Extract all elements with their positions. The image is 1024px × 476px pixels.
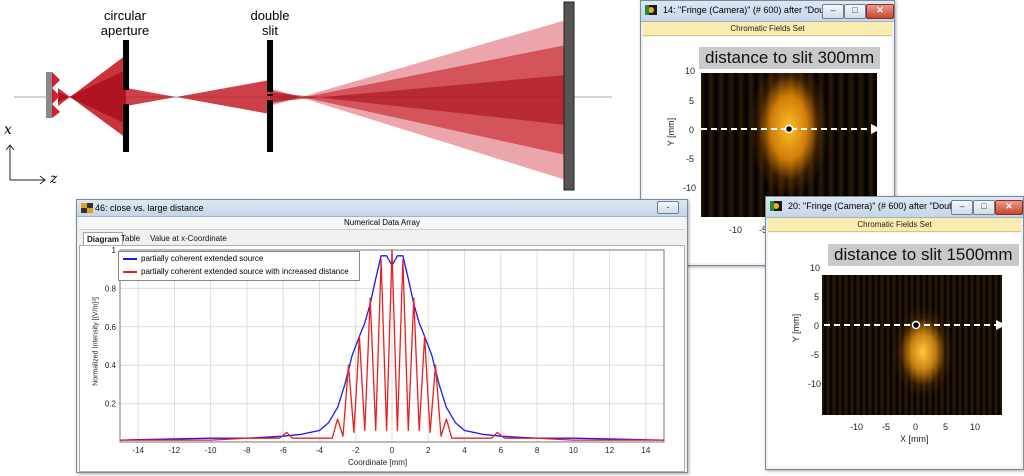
y-tick: 0: [689, 125, 695, 135]
x-tick-label: 4: [462, 446, 467, 455]
y-tick: -10: [683, 183, 697, 193]
x-tick-label: -10: [205, 446, 217, 455]
x-tick-label: -14: [132, 446, 144, 455]
profile-arrow: [701, 124, 881, 134]
tab-value-at-x[interactable]: Value at x-Coordinate: [147, 232, 230, 245]
x-tick: 0: [913, 422, 919, 432]
close-button[interactable]: ✕: [995, 200, 1023, 215]
minimize-button[interactable]: –: [951, 200, 973, 215]
x-tick-label: 2: [426, 446, 431, 455]
field-app-icon: [770, 201, 782, 211]
x-tick-label: 0: [390, 446, 395, 455]
y-tick-label: 1: [112, 246, 117, 255]
tab-table[interactable]: Table: [118, 232, 143, 245]
camera-window-1500mm[interactable]: 20: "Fringe (Camera)" (# 600) after "Dou…: [765, 196, 1024, 470]
titlebar[interactable]: 20: "Fringe (Camera)" (# 600) after "Dou…: [766, 197, 1023, 218]
x-tick-label: -4: [316, 446, 324, 455]
x-tick-label: 8: [535, 446, 540, 455]
y-tick: 10: [810, 263, 821, 273]
x-tick: -10: [850, 422, 864, 432]
subtitle-bar: Chromatic Fields Set: [643, 22, 892, 36]
distance-banner: distance to slit 1500mm: [828, 244, 1019, 266]
maximize-button[interactable]: □: [973, 200, 995, 215]
minimize-button[interactable]: -: [657, 201, 679, 214]
x-tick-label: 6: [499, 446, 504, 455]
diagram-panel: -14 -12 -10 -8 -6 -4 -2 0 2 4 6 8 10 12 14 0.2 0.4 0.6 0.8…: [79, 245, 685, 472]
coordinate-axes-icon: [5, 144, 46, 185]
x-tick-label: -12: [169, 446, 181, 455]
y-tick: 5: [814, 292, 820, 302]
x-axis-label: Coordinate [mm]: [348, 458, 408, 467]
y-tick-label: 0.8: [105, 284, 117, 293]
titlebar[interactable]: 46: close vs. large distance -: [77, 200, 687, 217]
legend: partially coherent extended source parti…: [118, 251, 360, 281]
x-tick-label: -6: [280, 446, 288, 455]
y-tick-label: 0.4: [105, 361, 117, 370]
legend-label-2: partially coherent extended source with …: [141, 267, 349, 276]
y-tick: 0: [814, 321, 820, 331]
x-tick-label: -8: [243, 446, 251, 455]
y-tick: -10: [808, 379, 822, 389]
minimize-button[interactable]: –: [822, 4, 844, 19]
titlebar[interactable]: 14: "Fringe (Camera)" (# 600) after "Dou…: [641, 1, 894, 22]
beam-segment-2: [126, 80, 270, 114]
y-tick-label: 0.2: [105, 400, 117, 409]
tab-diagram[interactable]: Diagram: [83, 232, 124, 246]
distance-banner: distance to slit 300mm: [699, 47, 881, 69]
y-tick: -5: [811, 350, 820, 360]
x-tick-label: 12: [605, 446, 614, 455]
legend-label-1: partially coherent extended source: [141, 254, 264, 263]
x-tick-label: 10: [569, 446, 578, 455]
aperture-label: circular aperture: [100, 8, 150, 38]
x-tick: -10: [729, 225, 743, 235]
y-axis-label: Normalized Intensity [(V/m)²]: [92, 297, 100, 386]
legend-swatch-1: [123, 258, 137, 260]
legend-swatch-2: [123, 271, 137, 273]
field-app-icon: [645, 5, 657, 15]
subtitle-bar: Chromatic Fields Set: [768, 218, 1021, 232]
y-tick: 10: [685, 66, 696, 76]
circular-aperture: [123, 40, 129, 90]
light-source: [46, 72, 52, 118]
slit-label: double slit: [250, 8, 290, 38]
axis-x-label: x: [4, 122, 12, 138]
tab-strip: Diagram Table Value at x-Coordinate: [83, 232, 383, 246]
x-tick: 5: [943, 422, 949, 432]
intensity-image: [822, 275, 1002, 415]
x-tick-label: -2: [352, 446, 360, 455]
window-title: 46: close vs. large distance: [95, 203, 204, 213]
maximize-button[interactable]: □: [844, 4, 866, 19]
y-tick: -5: [686, 154, 695, 164]
x-tick-label: 14: [641, 446, 650, 455]
x-tick: 10: [970, 422, 981, 432]
y-tick: 5: [689, 96, 695, 106]
axis-z-label: z: [50, 171, 58, 187]
detector-screen: [563, 1, 575, 191]
checker-app-icon: [81, 203, 93, 213]
profile-arrow: [824, 320, 1006, 330]
field-view: distance to slit 1500mm 10 5 0 -5 -10 Y …: [768, 233, 1021, 467]
double-slit: [267, 40, 273, 92]
y-axis-label: Y [mm]: [791, 313, 802, 343]
y-axis-label: Y [mm]: [666, 117, 677, 147]
x-tick: -5: [882, 422, 891, 432]
plot-window[interactable]: 46: close vs. large distance - Numerical…: [76, 199, 688, 473]
x-axis-label: X [mm]: [900, 434, 929, 444]
y-tick-label: 0.6: [105, 323, 117, 332]
subtitle-bar: Numerical Data Array: [79, 217, 685, 230]
close-button[interactable]: ✕: [866, 4, 894, 19]
